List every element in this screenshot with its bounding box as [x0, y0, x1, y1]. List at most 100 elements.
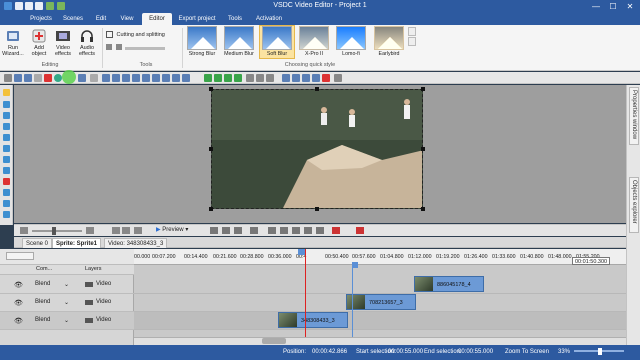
toolbar-icon[interactable] [132, 74, 140, 82]
preview-button[interactable]: ▶ Preview ▾ [156, 225, 188, 236]
zoom-in-icon[interactable] [86, 227, 94, 234]
layer-blend-mode[interactable]: Blend [35, 299, 50, 305]
resize-handle[interactable] [315, 207, 319, 211]
toolbar-icon[interactable] [142, 74, 150, 82]
toolbar-icon[interactable] [256, 74, 264, 82]
scrollbar-thumb[interactable] [262, 338, 286, 344]
layer-blend-mode[interactable]: Blend [35, 317, 50, 323]
toolbar-icon[interactable] [14, 74, 22, 82]
tool-icon[interactable] [3, 178, 10, 185]
toolbar-icon[interactable] [34, 74, 42, 82]
toolbar-icon[interactable] [122, 227, 130, 234]
close-button[interactable]: ✕ [622, 1, 638, 12]
tool-icon[interactable] [3, 145, 10, 152]
tab-activation[interactable]: Activation [250, 13, 288, 25]
tab-projects[interactable]: Projects [24, 13, 58, 25]
crop-icon[interactable] [106, 44, 112, 50]
toolbar-icon[interactable] [268, 227, 276, 234]
tab-export-project[interactable]: Export project [174, 13, 220, 25]
resize-handle[interactable] [209, 207, 213, 211]
toolbar-icon[interactable] [246, 74, 254, 82]
tab-video[interactable]: Video: 348308433_3 [104, 238, 168, 248]
toolbar-icon[interactable] [112, 227, 120, 234]
tab-scene-0[interactable]: Scene 0 [22, 238, 53, 248]
video-frame[interactable] [211, 89, 423, 209]
layer-toggle-icon[interactable]: ⌄ [64, 317, 69, 324]
resize-handle[interactable] [209, 87, 213, 91]
zoom-out-icon[interactable] [20, 227, 28, 234]
visibility-eye-icon[interactable]: 👁 [14, 317, 23, 325]
toolbar-icon[interactable] [152, 74, 160, 82]
tool-icon[interactable] [3, 101, 10, 108]
arrow-up-icon[interactable] [224, 74, 232, 82]
toolbar-icon[interactable] [112, 74, 120, 82]
tool-icon[interactable] [3, 112, 10, 119]
horizontal-scrollbar[interactable] [134, 337, 626, 345]
maximize-button[interactable]: ☐ [605, 1, 621, 12]
resize-handle[interactable] [315, 87, 319, 91]
zoom-slider-thumb[interactable] [598, 348, 602, 355]
toolbar-icon[interactable] [122, 74, 130, 82]
toolbar-icon[interactable] [182, 74, 190, 82]
arrow-down-icon[interactable] [214, 74, 222, 82]
arrow-down-icon[interactable] [234, 74, 242, 82]
toolbar-icon[interactable] [304, 227, 312, 234]
tab-editor[interactable]: Editor [142, 13, 172, 25]
visibility-eye-icon[interactable]: 👁 [14, 299, 23, 307]
resize-handle[interactable] [209, 147, 213, 151]
delete-icon[interactable] [44, 74, 52, 82]
zoom-slider[interactable] [32, 230, 82, 232]
arrow-up-icon[interactable] [204, 74, 212, 82]
toolbar-icon[interactable] [54, 74, 62, 82]
toolbar-icon[interactable] [172, 74, 180, 82]
minimize-button[interactable]: — [588, 1, 604, 12]
toolbar-icon[interactable] [292, 74, 300, 82]
toolbar-icon[interactable] [334, 74, 342, 82]
rotate-icon[interactable] [115, 44, 122, 50]
toolbar-icon[interactable] [234, 227, 242, 234]
tool-icon[interactable] [3, 156, 10, 163]
toolbar-icon[interactable] [292, 227, 300, 234]
video-effects-button[interactable]: Video effects [52, 28, 74, 57]
resize-handle[interactable] [421, 87, 425, 91]
toolbar-icon[interactable] [280, 227, 288, 234]
toolbar-icon[interactable] [316, 227, 324, 234]
toolbar-icon[interactable] [356, 227, 364, 234]
toolbar-icon[interactable] [24, 74, 32, 82]
layer-toggle-icon[interactable]: ⌄ [64, 281, 69, 288]
toolbar-icon[interactable] [102, 74, 110, 82]
layer-blend-mode[interactable]: Blend [35, 281, 50, 287]
toolbar-icon[interactable] [322, 74, 330, 82]
properties-window-tab[interactable]: Properties window [629, 87, 639, 145]
styles-scroll-up[interactable] [408, 27, 416, 36]
pointer-tool-icon[interactable] [3, 89, 10, 96]
tab-view[interactable]: View [114, 13, 140, 25]
timeline-clip[interactable]: 708213657_3 [346, 294, 416, 310]
toolbar-icon[interactable] [162, 74, 170, 82]
track-row[interactable]: 886045178_4 [134, 276, 626, 294]
stop-icon[interactable] [210, 227, 218, 234]
layer-toggle-icon[interactable]: ⌄ [64, 299, 69, 306]
track-row[interactable]: 348308433_3 [134, 312, 626, 330]
timeline-clip[interactable]: 348308433_3 [278, 312, 348, 328]
toolbar-icon[interactable] [266, 74, 274, 82]
tab-sprite[interactable]: Sprite: Sprite1 [52, 238, 102, 248]
toolbar-icon[interactable] [332, 227, 340, 234]
toolbar-icon[interactable] [90, 74, 98, 82]
tab-tools[interactable]: Tools [222, 13, 248, 25]
toolbar-icon[interactable] [78, 74, 86, 82]
tab-edit[interactable]: Edit [88, 13, 114, 25]
toolbar-icon[interactable] [134, 227, 142, 234]
add-object-button[interactable]: Add object [28, 28, 50, 57]
track-row[interactable]: 708213657_3 [134, 294, 626, 312]
run-wizard-button[interactable]: Run Wizard... [2, 28, 24, 57]
toolbar-icon[interactable] [312, 74, 320, 82]
layer-tools-icon[interactable] [6, 252, 34, 260]
tab-scenes[interactable]: Scenes [58, 13, 88, 25]
toolbar-icon[interactable] [4, 74, 12, 82]
speed-slider[interactable] [125, 47, 166, 50]
objects-explorer-tab[interactable]: Objects explorer [629, 177, 639, 233]
toolbar-icon[interactable] [282, 74, 290, 82]
tool-icon[interactable] [3, 189, 10, 196]
visibility-eye-icon[interactable]: 👁 [14, 281, 23, 289]
